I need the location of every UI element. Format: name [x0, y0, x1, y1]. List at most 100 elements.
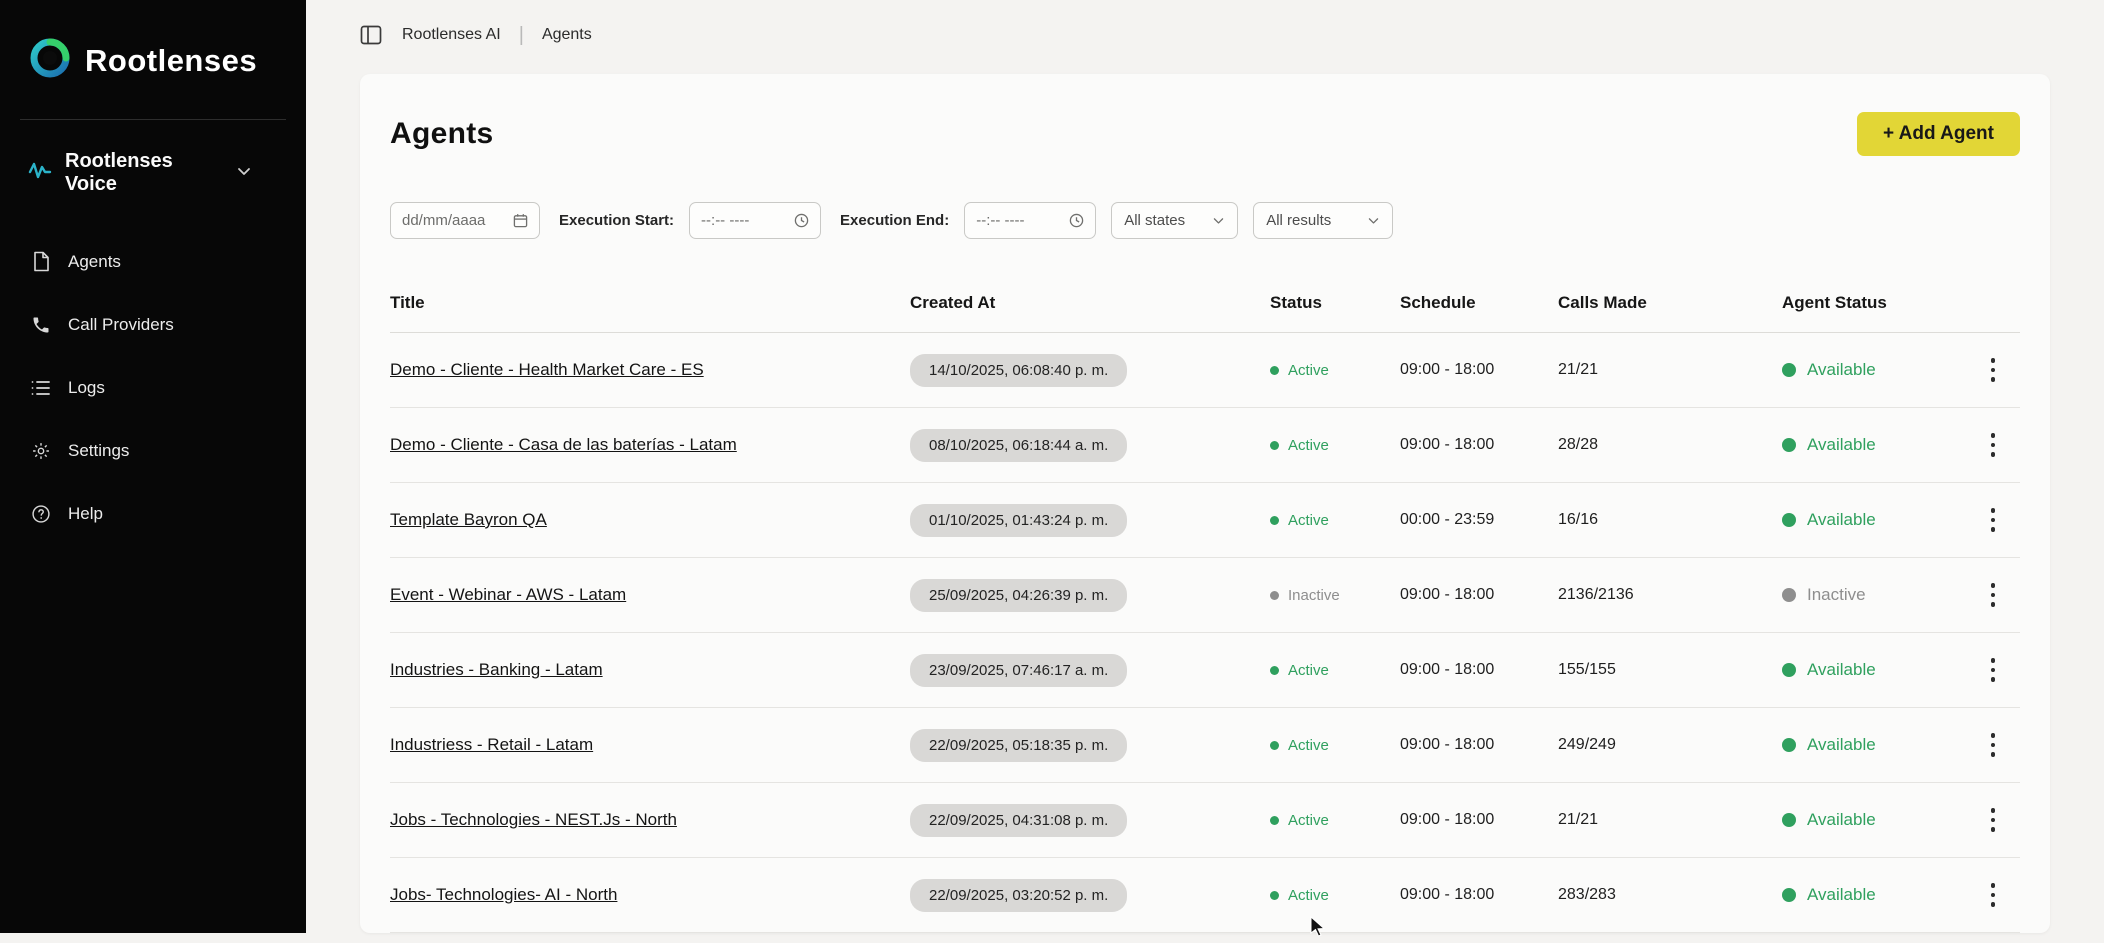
- date-placeholder: dd/mm/aaaa: [402, 212, 485, 229]
- workspace-label: Rootlenses Voice: [65, 150, 223, 196]
- row-actions-menu-button[interactable]: [1976, 725, 2010, 765]
- table-row: Template Bayron QA 01/10/2025, 01:43:24 …: [390, 483, 2020, 558]
- calls-made-cell: 21/21: [1558, 361, 1782, 379]
- row-actions-menu-button[interactable]: [1976, 650, 2010, 690]
- agent-status-dot-icon: [1782, 738, 1796, 752]
- help-icon: [30, 503, 52, 525]
- agent-title-link[interactable]: Industries - Banking - Latam: [390, 660, 603, 679]
- agent-status-label: Available: [1807, 435, 1876, 455]
- agent-status-cell: Available: [1782, 735, 1960, 755]
- agent-status-dot-icon: [1782, 663, 1796, 677]
- agent-title-link[interactable]: Event - Webinar - AWS - Latam: [390, 585, 626, 604]
- status-label: Active: [1288, 662, 1329, 679]
- status-cell: Inactive: [1270, 587, 1390, 604]
- status-dot-icon: [1270, 816, 1279, 825]
- row-actions-menu-button[interactable]: [1976, 875, 2010, 915]
- status-label: Active: [1288, 887, 1329, 904]
- sidebar-item-help[interactable]: Help: [0, 482, 306, 545]
- rootlenses-logo-icon: [28, 36, 72, 85]
- status-dot-icon: [1270, 366, 1279, 375]
- date-filter-input[interactable]: dd/mm/aaaa: [390, 202, 540, 239]
- filter-bar: dd/mm/aaaa Execution Start: --:-- ---- E…: [390, 202, 2020, 239]
- breadcrumb: Rootlenses AI | Agents: [306, 0, 2104, 70]
- execution-start-label: Execution Start:: [559, 212, 674, 229]
- sidebar-nav: Agents Call Providers Logs Settings Help: [0, 230, 306, 545]
- status-dot-icon: [1270, 516, 1279, 525]
- status-cell: Active: [1270, 887, 1390, 904]
- column-header-created-at: Created At: [910, 293, 1270, 313]
- states-select[interactable]: All states: [1111, 202, 1238, 239]
- execution-end-input[interactable]: --:-- ----: [964, 202, 1096, 239]
- execution-start-value: --:-- ----: [701, 212, 749, 229]
- status-cell: Active: [1270, 662, 1390, 679]
- breadcrumb-page[interactable]: Agents: [542, 26, 592, 44]
- sidebar-item-logs[interactable]: Logs: [0, 356, 306, 419]
- row-actions-menu-button[interactable]: [1976, 575, 2010, 615]
- column-header-schedule: Schedule: [1400, 293, 1558, 313]
- calls-made-cell: 16/16: [1558, 511, 1782, 529]
- calls-made-cell: 155/155: [1558, 661, 1782, 679]
- created-at-badge: 25/09/2025, 04:26:39 p. m.: [910, 579, 1127, 612]
- table-row: Event - Webinar - AWS - Latam 25/09/2025…: [390, 558, 2020, 633]
- sidebar-divider: [20, 119, 286, 120]
- sidebar-item-label: Settings: [68, 441, 129, 461]
- column-header-agent-status: Agent Status: [1782, 293, 1970, 313]
- status-dot-icon: [1270, 441, 1279, 450]
- results-select[interactable]: All results: [1253, 202, 1393, 239]
- breadcrumb-separator: |: [519, 24, 524, 47]
- status-dot-icon: [1270, 891, 1279, 900]
- agent-status-label: Available: [1807, 885, 1876, 905]
- agent-status-label: Available: [1807, 810, 1876, 830]
- sidebar-item-label: Logs: [68, 378, 105, 398]
- status-label: Inactive: [1288, 587, 1340, 604]
- calls-made-cell: 2136/2136: [1558, 586, 1782, 604]
- calls-made-cell: 249/249: [1558, 736, 1782, 754]
- sidebar-item-call-providers[interactable]: Call Providers: [0, 293, 306, 356]
- table-row: Demo - Cliente - Health Market Care - ES…: [390, 333, 2020, 408]
- agent-status-dot-icon: [1782, 363, 1796, 377]
- sidebar-item-agents[interactable]: Agents: [0, 230, 306, 293]
- agent-status-cell: Available: [1782, 660, 1960, 680]
- agent-title-link[interactable]: Jobs- Technologies- AI - North: [390, 885, 617, 904]
- schedule-cell: 09:00 - 18:00: [1400, 661, 1558, 679]
- agent-status-dot-icon: [1782, 888, 1796, 902]
- clock-icon: [794, 213, 809, 228]
- calendar-icon: [513, 213, 528, 228]
- agent-title-link[interactable]: Jobs - Technologies - NEST.Js - North: [390, 810, 677, 829]
- row-actions-menu-button[interactable]: [1976, 500, 2010, 540]
- status-cell: Active: [1270, 737, 1390, 754]
- created-at-badge: 22/09/2025, 05:18:35 p. m.: [910, 729, 1127, 762]
- add-agent-button[interactable]: + Add Agent: [1857, 112, 2020, 156]
- row-actions-menu-button[interactable]: [1976, 350, 2010, 390]
- agent-title-link[interactable]: Demo - Cliente - Health Market Care - ES: [390, 360, 704, 379]
- schedule-cell: 09:00 - 18:00: [1400, 361, 1558, 379]
- agents-panel: Agents + Add Agent dd/mm/aaaa Execution …: [360, 74, 2050, 933]
- schedule-cell: 09:00 - 18:00: [1400, 811, 1558, 829]
- chevron-down-icon: [236, 163, 252, 184]
- agent-title-link[interactable]: Template Bayron QA: [390, 510, 547, 529]
- schedule-cell: 09:00 - 18:00: [1400, 886, 1558, 904]
- sidebar: Rootlenses Rootlenses Voice Agents Call …: [0, 0, 306, 933]
- agent-status-cell: Available: [1782, 360, 1960, 380]
- status-dot-icon: [1270, 591, 1279, 600]
- breadcrumb-app[interactable]: Rootlenses AI: [402, 26, 501, 44]
- sidebar-item-settings[interactable]: Settings: [0, 419, 306, 482]
- agent-title-link[interactable]: Industriess - Retail - Latam: [390, 735, 593, 754]
- states-selected-value: All states: [1124, 212, 1185, 229]
- sidebar-toggle-icon[interactable]: [358, 22, 384, 48]
- sidebar-item-label: Help: [68, 504, 103, 524]
- table-body: Demo - Cliente - Health Market Care - ES…: [390, 333, 2020, 933]
- logo-link[interactable]: Rootlenses: [0, 30, 306, 91]
- status-cell: Active: [1270, 362, 1390, 379]
- workspace-selector[interactable]: Rootlenses Voice: [0, 130, 306, 216]
- agent-status-cell: Available: [1782, 435, 1960, 455]
- row-actions-menu-button[interactable]: [1976, 800, 2010, 840]
- agent-status-cell: Inactive: [1782, 585, 1960, 605]
- agent-status-label: Available: [1807, 360, 1876, 380]
- row-actions-menu-button[interactable]: [1976, 425, 2010, 465]
- schedule-cell: 09:00 - 18:00: [1400, 736, 1558, 754]
- execution-start-input[interactable]: --:-- ----: [689, 202, 821, 239]
- sidebar-item-label: Call Providers: [68, 315, 174, 335]
- schedule-cell: 09:00 - 18:00: [1400, 586, 1558, 604]
- agent-title-link[interactable]: Demo - Cliente - Casa de las baterías - …: [390, 435, 737, 454]
